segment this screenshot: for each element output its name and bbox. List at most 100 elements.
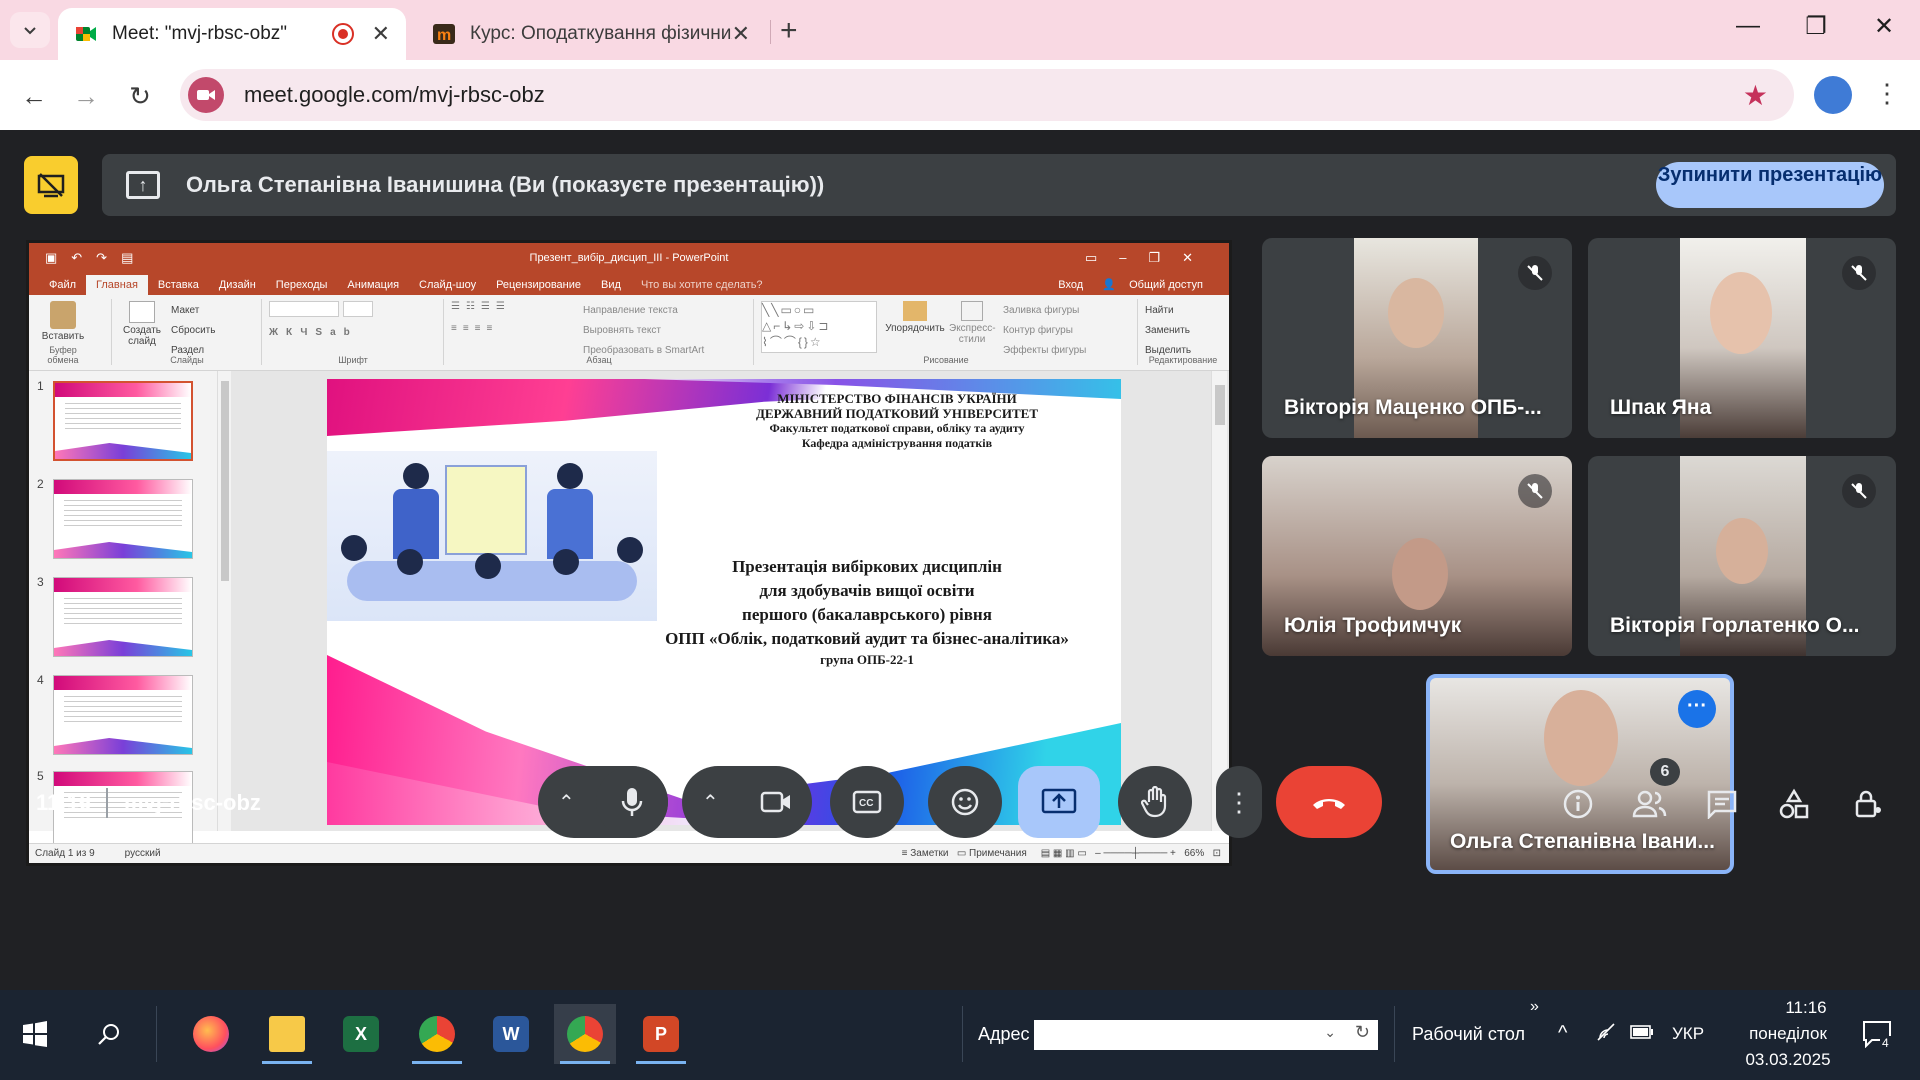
captions-button[interactable]: CC	[830, 766, 904, 838]
taskbar-firefox[interactable]	[180, 1004, 242, 1064]
taskbar-powerpoint[interactable]: P	[630, 1004, 692, 1064]
layout-button[interactable]: Макет	[171, 301, 215, 321]
tab-search-button[interactable]	[10, 12, 50, 48]
search-button[interactable]	[78, 1004, 140, 1064]
ribbon-tab[interactable]: Главная	[86, 275, 148, 295]
meeting-details-button[interactable]	[1558, 784, 1598, 824]
align-icons[interactable]: ≡≡≡≡	[451, 323, 498, 334]
ribbon-tab[interactable]: Вставка	[148, 279, 209, 295]
ppt-window-controls[interactable]: ▭–❐✕	[1085, 250, 1215, 266]
ribbon-tab[interactable]: Дизайн	[209, 279, 266, 295]
zoom-slider[interactable]: – ────┼──── +	[1095, 848, 1176, 859]
raise-hand-button[interactable]	[1118, 766, 1192, 838]
input-language[interactable]: УКР	[1672, 1024, 1704, 1044]
new-tab-button[interactable]: +	[780, 14, 798, 48]
camera-active-icon[interactable]	[188, 77, 224, 113]
reset-button[interactable]: Сбросить	[171, 321, 215, 341]
font-name-input[interactable]	[269, 301, 339, 317]
paste-icon[interactable]	[50, 301, 76, 329]
comments-button[interactable]: Примечания	[969, 848, 1027, 859]
tray-time[interactable]: 11:16	[1756, 998, 1856, 1018]
stop-presenting-button[interactable]: Зупинити презентацію	[1656, 162, 1884, 208]
ribbon-tab[interactable]: Файл	[39, 279, 86, 295]
chat-button[interactable]	[1702, 784, 1742, 824]
new-slide-button[interactable]: Создать слайд	[119, 299, 165, 347]
tray-day[interactable]: понеділок	[1718, 1024, 1858, 1044]
font-size-input[interactable]	[343, 301, 373, 317]
close-tab-icon[interactable]: ✕	[372, 21, 390, 47]
shapes-gallery[interactable]: ╲╲▭○▭ △⌐↳⇨⇩⊐ ⌇⌒⌒{}☆	[761, 301, 877, 353]
fit-slide-icon[interactable]: ⊡	[1213, 848, 1221, 859]
emoji-button[interactable]	[928, 766, 1002, 838]
tell-me-box[interactable]: Что вы хотите сделать?	[631, 279, 773, 295]
slide-thumbnail[interactable]	[53, 675, 193, 755]
back-button[interactable]: ←	[14, 76, 54, 116]
forward-button[interactable]: →	[66, 76, 106, 116]
network-icon[interactable]	[1596, 1022, 1618, 1047]
replace-button[interactable]: Заменить	[1145, 321, 1191, 341]
activities-button[interactable]	[1774, 784, 1814, 824]
taskbar-word[interactable]: W	[480, 1004, 542, 1064]
reload-button[interactable]: ↻	[120, 76, 160, 116]
people-button[interactable]	[1630, 784, 1670, 824]
profile-avatar[interactable]	[1814, 76, 1852, 114]
language-indicator[interactable]: русский	[125, 848, 161, 859]
sign-in-link[interactable]: Вход	[1048, 279, 1093, 295]
ribbon-tab[interactable]: Рецензирование	[486, 279, 591, 295]
presentation-layout-icon[interactable]	[24, 156, 78, 214]
show-hidden-icons[interactable]: ^	[1558, 1022, 1567, 1045]
slide-thumbnail[interactable]	[53, 381, 193, 461]
ribbon-tab[interactable]: Слайд-шоу	[409, 279, 486, 295]
shape-outline-button[interactable]: Контур фигуры	[1003, 321, 1086, 341]
bookmark-star-icon[interactable]: ★	[1743, 79, 1768, 112]
close-tab-icon[interactable]: ✕	[732, 21, 750, 47]
ribbon-tab[interactable]: Анимация	[337, 279, 409, 295]
font-format-icons[interactable]: ЖКЧSab	[269, 327, 358, 338]
notes-button[interactable]: Заметки	[910, 848, 948, 859]
participant-tile[interactable]: Вікторія Горлатенко О...	[1588, 456, 1896, 656]
chevron-up-icon[interactable]: ⌃	[702, 790, 719, 815]
text-direction-button[interactable]: Направление текста	[583, 301, 704, 321]
taskbar-file-explorer[interactable]	[256, 1004, 318, 1064]
slide-scrollbar[interactable]	[1211, 371, 1227, 831]
taskbar-excel[interactable]: X	[330, 1004, 392, 1064]
signin-share[interactable]: Вход 👤 Общий доступ	[1048, 278, 1213, 291]
more-options-button[interactable]: ⋮	[1216, 766, 1262, 838]
address-bar[interactable]: meet.google.com/mvj-rbsc-obz ★	[180, 69, 1794, 121]
shape-fill-button[interactable]: Заливка фигуры	[1003, 301, 1086, 321]
start-button[interactable]	[4, 1004, 66, 1064]
desktop-toolbar-label[interactable]: Рабочий стол	[1412, 1024, 1525, 1045]
zoom-level[interactable]: 66%	[1184, 848, 1204, 859]
tab-meet[interactable]: Meet: "mvj-rbsc-obz" ✕	[58, 8, 406, 60]
participant-tile[interactable]: Шпак Яна	[1588, 238, 1896, 438]
notification-center-button[interactable]: 4	[1862, 1020, 1892, 1053]
slide-canvas[interactable]: МІНІСТЕРСТВО ФІНАНСІВ УКРАЇНИ ДЕРЖАВНИЙ …	[327, 379, 1121, 825]
camera-button[interactable]	[740, 766, 812, 838]
tray-date[interactable]: 03.03.2025	[1726, 1050, 1850, 1070]
quick-styles-button[interactable]: Экспресс-стили	[949, 301, 996, 345]
chevron-down-icon[interactable]: ⌄	[1324, 1024, 1336, 1041]
refresh-icon[interactable]: ↻	[1355, 1022, 1370, 1043]
share-link[interactable]: Общий доступ	[1119, 279, 1213, 295]
list-icons[interactable]: ☰☷☰☰	[451, 301, 511, 312]
minimize-button[interactable]: —	[1728, 12, 1768, 40]
participant-tile[interactable]: Вікторія Маценко ОПБ-...	[1262, 238, 1572, 438]
leave-call-button[interactable]	[1276, 766, 1382, 838]
participant-tile[interactable]: Юлія Трофимчук	[1262, 456, 1572, 656]
restore-button[interactable]: ❐	[1796, 12, 1836, 41]
find-button[interactable]: Найти	[1145, 301, 1191, 321]
taskbar-chrome[interactable]	[554, 1004, 616, 1064]
slide-thumbnail[interactable]	[53, 577, 193, 657]
view-icons[interactable]: ▤ ▦ ▥ ▭	[1041, 848, 1087, 859]
battery-icon[interactable]	[1630, 1024, 1654, 1044]
chevron-up-icon[interactable]: ⌃	[558, 790, 575, 815]
present-button[interactable]	[1018, 766, 1100, 838]
address-toolbar-input[interactable]: ⌄ ↻	[1034, 1020, 1378, 1050]
toolbar-expand-icon[interactable]: »	[1530, 998, 1539, 1016]
align-text-button[interactable]: Выровнять текст	[583, 321, 704, 341]
paste-label[interactable]: Вставить	[33, 331, 93, 342]
thumbnails-scrollbar[interactable]	[217, 371, 231, 831]
taskbar-chrome-profile[interactable]	[406, 1004, 468, 1064]
close-window-button[interactable]: ✕	[1864, 12, 1904, 41]
tab-course[interactable]: m Курс: Оподаткування фізичних ✕	[416, 8, 766, 60]
